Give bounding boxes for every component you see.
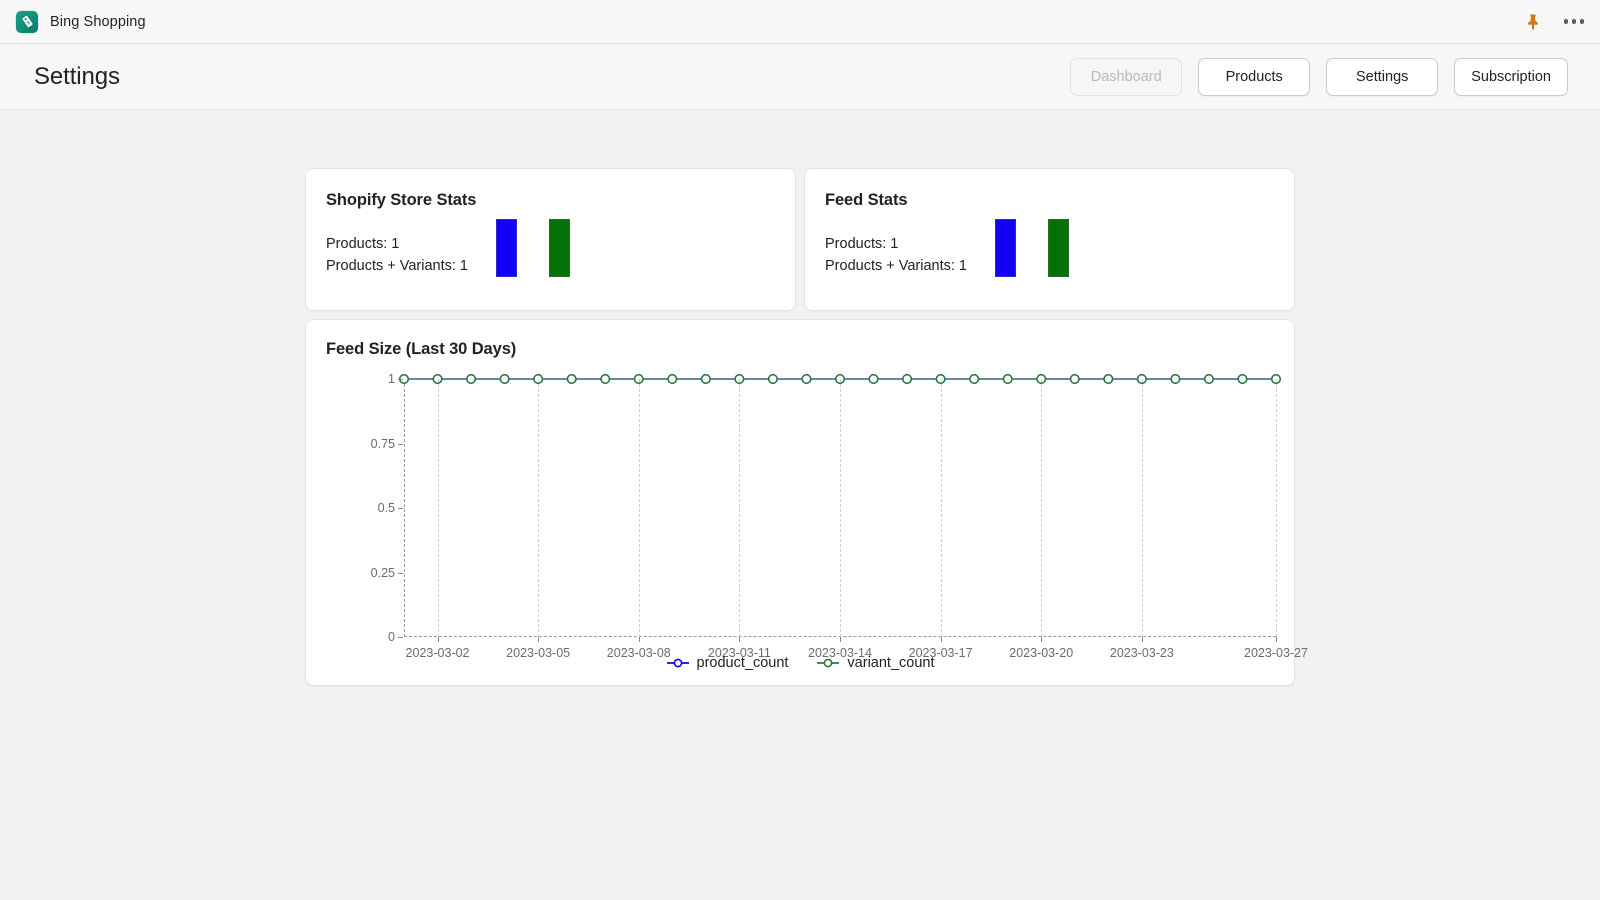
mini-bar-chart [995, 212, 1069, 277]
data-point-marker [1104, 375, 1112, 383]
x-axis-gridline [1276, 379, 1277, 637]
data-point-marker [1171, 375, 1179, 383]
stat-lines: Products: 1 Products + Variants: 1 [825, 234, 967, 277]
x-axis-gridline [840, 379, 841, 637]
nav-button-group: Dashboard Products Settings Subscription [1070, 58, 1568, 96]
data-point-marker [903, 375, 911, 383]
legend-label: variant_count [847, 655, 934, 671]
y-axis-tick-label: 0.25 [371, 566, 404, 580]
data-point-marker [467, 375, 475, 383]
chart-title: Feed Size (Last 30 Days) [326, 340, 1274, 359]
card-body: Products: 1 Products + Variants: 1 [326, 234, 775, 277]
page-header: Settings Dashboard Products Settings Sub… [0, 44, 1600, 110]
data-point-marker [1205, 375, 1213, 383]
x-axis-gridline [639, 379, 640, 637]
products-count-line: Products: 1 [326, 234, 468, 256]
bar-product-count [995, 219, 1016, 277]
card-body: Products: 1 Products + Variants: 1 [825, 234, 1274, 277]
stats-card-row: Shopify Store Stats Products: 1 Products… [305, 168, 1295, 311]
data-point-marker [1071, 375, 1079, 383]
y-axis-tick-label: 0.5 [378, 501, 404, 515]
data-point-marker [1003, 375, 1011, 383]
data-point-marker [668, 375, 676, 383]
legend-item-product_count[interactable]: product_count [666, 655, 789, 671]
chart-area: 00.250.50.7512023-03-022023-03-052023-03… [326, 367, 1276, 667]
y-axis-tick-label: 1 [388, 372, 404, 386]
data-point-marker [567, 375, 575, 383]
app-bar: $ Bing Shopping [0, 0, 1600, 44]
bar-product-count [496, 219, 517, 277]
main-content: Shopify Store Stats Products: 1 Products… [0, 110, 1600, 686]
data-point-marker [869, 375, 877, 383]
x-axis-gridline [1041, 379, 1042, 637]
legend-item-variant_count[interactable]: variant_count [816, 655, 934, 671]
pushpin-icon[interactable] [1524, 12, 1542, 32]
nav-button-settings[interactable]: Settings [1326, 58, 1438, 96]
legend-marker-icon [666, 657, 690, 669]
stat-lines: Products: 1 Products + Variants: 1 [326, 234, 468, 277]
products-variants-count-line: Products + Variants: 1 [825, 256, 967, 278]
data-point-marker [601, 375, 609, 383]
x-axis-gridline [941, 379, 942, 637]
nav-button-products[interactable]: Products [1198, 58, 1310, 96]
legend-label: product_count [697, 655, 789, 671]
data-point-marker [702, 375, 710, 383]
app-bar-actions [1524, 0, 1587, 43]
chart-legend: product_count variant_count [306, 655, 1294, 671]
x-axis-gridline [438, 379, 439, 637]
data-point-marker [970, 375, 978, 383]
bar-variant-count [549, 219, 570, 277]
x-axis-gridline [538, 379, 539, 637]
data-point-marker [802, 375, 810, 383]
y-axis-tick-label: 0 [388, 630, 404, 644]
nav-button-subscription[interactable]: Subscription [1454, 58, 1568, 96]
data-point-marker [1238, 375, 1246, 383]
shopify-store-stats-card: Shopify Store Stats Products: 1 Products… [305, 168, 796, 311]
nav-button-dashboard[interactable]: Dashboard [1070, 58, 1182, 96]
data-point-marker [769, 375, 777, 383]
x-axis-gridline [739, 379, 740, 637]
chart-plot-region: 00.250.50.7512023-03-022023-03-052023-03… [404, 379, 1276, 637]
data-point-marker [500, 375, 508, 383]
mini-bar-chart [496, 212, 570, 277]
products-variants-count-line: Products + Variants: 1 [326, 256, 468, 278]
card-title: Feed Stats [825, 191, 1274, 210]
card-title: Shopify Store Stats [326, 191, 775, 210]
page-title: Settings [34, 63, 120, 91]
products-count-line: Products: 1 [825, 234, 967, 256]
price-tag-icon: $ [16, 11, 38, 33]
feed-size-chart-card: Feed Size (Last 30 Days) 00.250.50.75120… [305, 319, 1295, 686]
x-axis-gridline [1142, 379, 1143, 637]
y-axis-tick-label: 0.75 [371, 437, 404, 451]
feed-stats-card: Feed Stats Products: 1 Products + Varian… [804, 168, 1295, 311]
legend-marker-icon [816, 657, 840, 669]
more-options-icon[interactable] [1562, 15, 1587, 28]
bar-variant-count [1048, 219, 1069, 277]
app-title: Bing Shopping [50, 14, 146, 30]
